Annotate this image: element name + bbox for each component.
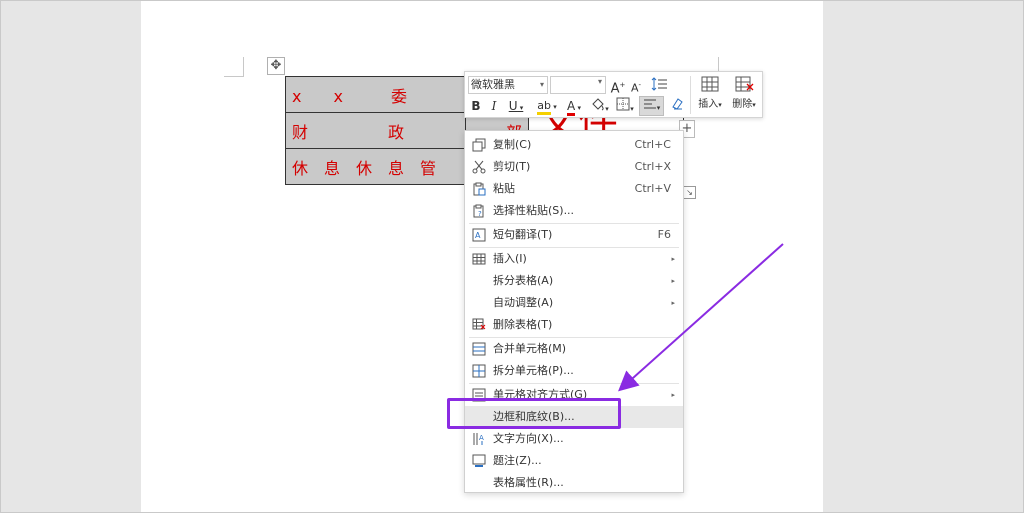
table-move-handle-icon[interactable]: ✥ <box>267 57 285 75</box>
menu-item-delete-table[interactable]: 删除表格(T) <box>465 314 683 336</box>
margin-corner-mark <box>224 57 244 77</box>
menu-item-paste[interactable]: 粘贴 Ctrl+V <box>465 178 683 200</box>
table-insert-icon <box>701 76 719 92</box>
floating-format-toolbar: 微软雅黑 ▾ ▾ A+ A- B I U ▾ ab ▾ A ▾ ▾ ▾ ▾ 插入… <box>464 71 763 118</box>
line-spacing-button[interactable] <box>649 76 671 94</box>
merge-cells-icon <box>472 342 486 356</box>
menu-item-table-properties[interactable]: 表格属性(R)... <box>465 472 683 494</box>
text-direction-icon: A <box>473 433 484 445</box>
paste-special-icon: ? <box>473 204 484 218</box>
scissors-icon <box>472 160 486 174</box>
highlight-button[interactable]: ab ▾ <box>533 97 561 115</box>
table-delete-icon <box>735 76 754 92</box>
menu-item-merge-cells[interactable]: 合并单元格(M) <box>465 338 683 360</box>
paste-icon <box>473 182 486 196</box>
menu-item-cut[interactable]: 剪切(T) Ctrl+X <box>465 156 683 178</box>
caption-icon <box>472 454 486 467</box>
table-resize-handle-icon[interactable]: ↘ <box>683 186 696 199</box>
insert-tool-label: 插入 <box>698 99 719 110</box>
align-left-icon <box>643 99 656 109</box>
menu-item-text-direction[interactable]: A 文字方向(X)... <box>465 428 683 450</box>
menu-item-split-table[interactable]: 拆分表格(A) ▸ <box>465 270 683 292</box>
chevron-right-icon: ▸ <box>671 255 675 263</box>
delete-tool-button[interactable]: 删除▾ <box>727 75 761 110</box>
grow-font-button[interactable]: A+ <box>610 76 626 96</box>
translate-icon: A <box>472 228 486 242</box>
menu-item-split-cells[interactable]: 拆分单元格(P)... <box>465 360 683 382</box>
chevron-right-icon: ▸ <box>671 277 675 285</box>
menu-item-translate[interactable]: A 短句翻译(T) F6 <box>465 224 683 246</box>
menu-item-copy[interactable]: 复制(C) Ctrl+C <box>465 134 683 156</box>
annotation-highlight-box <box>447 398 621 429</box>
font-color-button[interactable]: A ▾ <box>563 97 585 116</box>
split-cells-icon <box>472 364 486 378</box>
shrink-font-button[interactable]: A- <box>628 76 644 95</box>
svg-text:?: ? <box>478 210 482 218</box>
italic-button[interactable]: I <box>487 97 501 115</box>
chevron-down-icon: ▾ <box>539 80 544 89</box>
align-button[interactable]: ▾ <box>639 96 664 116</box>
menu-item-insert[interactable]: 插入(I) ▸ <box>465 248 683 270</box>
font-name-select[interactable]: 微软雅黑 ▾ <box>468 76 548 94</box>
chevron-right-icon: ▸ <box>671 391 675 399</box>
eraser-button[interactable] <box>668 97 686 115</box>
table-cell[interactable]: x x 委 <box>285 76 466 113</box>
context-menu: 复制(C) Ctrl+C 剪切(T) Ctrl+X 粘贴 Ctrl+V ? 选择… <box>464 130 684 493</box>
underline-button[interactable]: U ▾ <box>505 97 527 115</box>
bold-button[interactable]: B <box>469 97 483 115</box>
eraser-icon <box>672 98 683 110</box>
table-insert-icon <box>472 253 486 265</box>
font-name-value: 微软雅黑 <box>471 78 515 91</box>
font-size-select[interactable]: ▾ <box>550 76 606 94</box>
toolbar-divider <box>690 76 691 114</box>
chevron-down-icon: ▾ <box>597 77 602 86</box>
delete-tool-label: 删除 <box>732 99 753 110</box>
menu-item-auto-fit[interactable]: 自动调整(A) ▸ <box>465 292 683 314</box>
svg-text:A: A <box>475 231 481 240</box>
menu-item-caption[interactable]: 题注(Z)... <box>465 450 683 472</box>
insert-tool-button[interactable]: 插入▾ <box>693 75 727 110</box>
menu-item-paste-special[interactable]: ? 选择性粘贴(S)... <box>465 200 683 222</box>
borders-icon <box>616 97 630 111</box>
table-cell[interactable]: 财 政 <box>285 112 466 149</box>
chevron-right-icon: ▸ <box>671 299 675 307</box>
borders-button[interactable]: ▾ <box>614 97 636 115</box>
line-spacing-icon <box>651 77 667 91</box>
table-cell[interactable]: 休 息 休 息 管 <box>285 148 466 185</box>
svg-text:A: A <box>479 434 484 442</box>
paint-bucket-icon <box>592 98 604 111</box>
table-delete-icon <box>472 318 486 330</box>
copy-icon <box>472 138 486 152</box>
shading-button[interactable]: ▾ <box>588 97 612 115</box>
